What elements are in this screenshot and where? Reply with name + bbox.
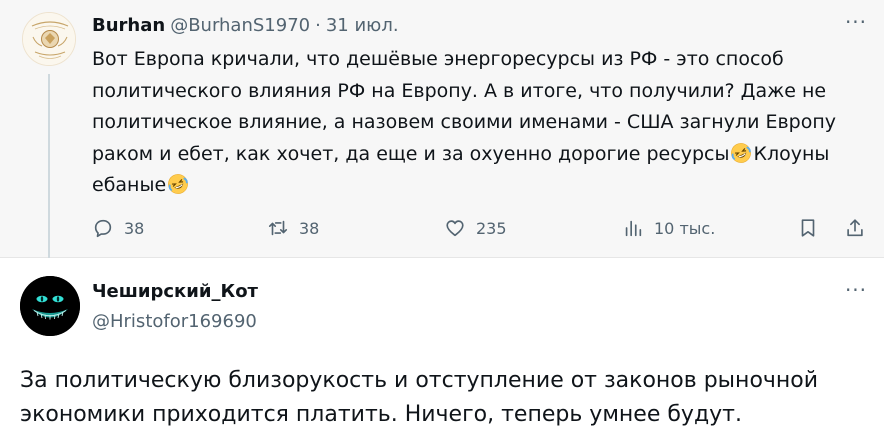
reply-author-avatar[interactable] <box>20 276 80 336</box>
reply-more-options-icon[interactable]: ··· <box>842 280 870 304</box>
retweet-button[interactable]: 38 <box>267 214 319 242</box>
bookmark-icon <box>801 219 815 237</box>
views-chart-icon <box>625 220 642 237</box>
reply-count: 38 <box>124 218 145 238</box>
rolling-laughing-emoji-icon <box>168 174 189 194</box>
like-button[interactable]: 235 <box>444 214 507 242</box>
tweet-date[interactable]: 31 июл. <box>326 15 399 36</box>
author-handle[interactable]: @BurhanS1970 <box>170 15 310 36</box>
reply-text: За политическую близорукость и отступлен… <box>20 368 819 427</box>
ornate-badge-avatar-image <box>23 13 75 65</box>
views-count: 10 тыс. <box>654 218 716 238</box>
retweet-icon <box>268 220 288 236</box>
tweet-header: Burhan @BurhanS1970 · 31 июл. <box>92 13 399 37</box>
header-separator: · <box>315 14 321 36</box>
thread-connector-line <box>48 74 50 258</box>
parent-tweet[interactable]: Burhan @BurhanS1970 · 31 июл. ··· Вот Ев… <box>0 0 884 258</box>
more-options-icon[interactable]: ··· <box>842 12 870 36</box>
cheshire-cat-avatar-image <box>20 276 80 336</box>
retweet-count: 38 <box>299 218 320 238</box>
tweet-text-part1: Вот Европа кричали, что дешёвые энергоре… <box>92 48 837 165</box>
rolling-laughing-emoji-icon <box>731 142 752 163</box>
reply-button[interactable]: 38 <box>92 214 144 242</box>
tweet-text: Вот Европа кричали, что дешёвые энергоре… <box>92 44 862 202</box>
reply-author-name[interactable]: Чеширский_Кот <box>92 281 258 302</box>
heart-icon <box>446 220 464 237</box>
author-name[interactable]: Burhan <box>92 15 165 36</box>
tweet-actions-bar: 38 38 235 10 тыс. <box>92 214 872 242</box>
share-icon <box>847 219 863 237</box>
views-button[interactable]: 10 тыс. <box>622 214 715 242</box>
author-avatar[interactable] <box>22 12 76 66</box>
reply-author-handle[interactable]: @Hristofor169690 <box>92 311 257 332</box>
reply-icon <box>94 219 112 238</box>
like-count: 235 <box>476 218 507 238</box>
bookmark-button[interactable] <box>797 214 819 242</box>
share-button[interactable] <box>844 214 866 242</box>
